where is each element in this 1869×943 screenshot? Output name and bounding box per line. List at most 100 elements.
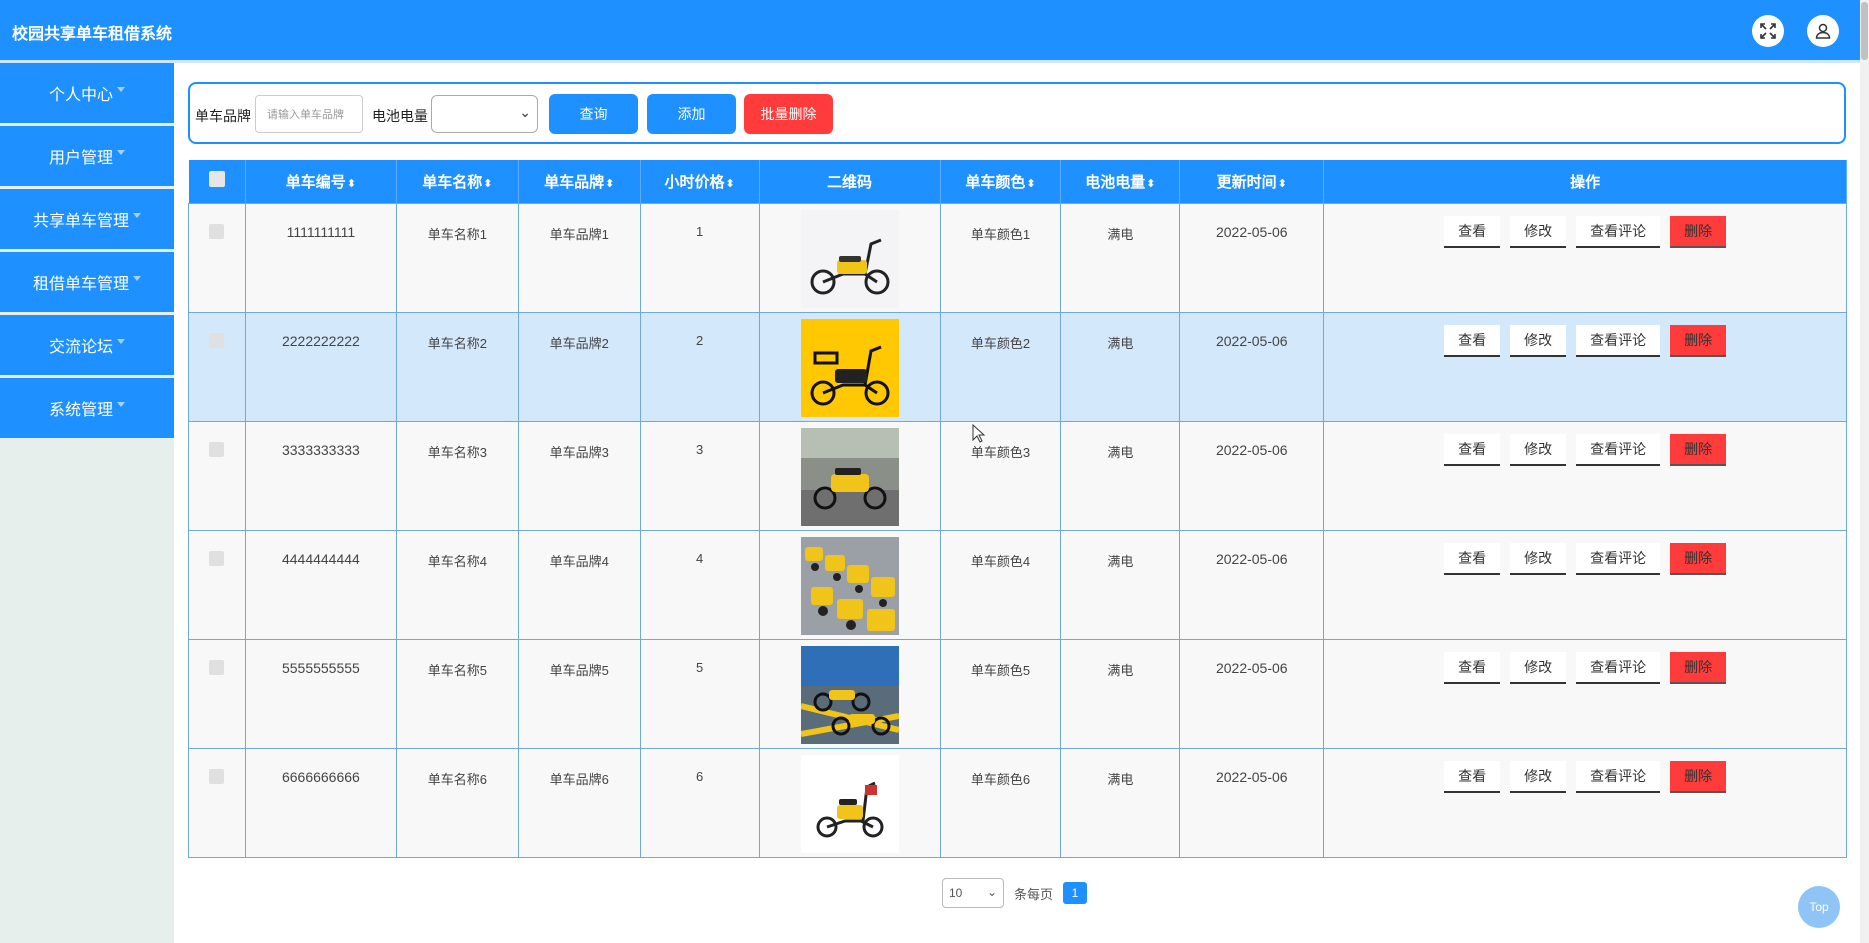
caret-down-icon — [133, 212, 141, 218]
cell-color: 单车颜色4 — [939, 529, 1062, 640]
row-checkbox[interactable] — [209, 441, 225, 457]
col-header-label: 电池电量 — [1085, 173, 1146, 191]
sidebar-item-forum[interactable]: 交流论坛 — [0, 315, 174, 375]
delete-button[interactable]: 删除 — [1670, 542, 1727, 575]
col-header-id[interactable]: 单车编号⬍ — [245, 160, 397, 203]
add-button[interactable]: 添加 — [647, 94, 736, 134]
edit-button[interactable]: 修改 — [1510, 542, 1567, 575]
edit-button[interactable]: 修改 — [1510, 433, 1567, 466]
select-all-header[interactable] — [188, 160, 246, 203]
page-size-select[interactable]: 10 ⌄ — [942, 878, 1004, 908]
bike-image[interactable] — [800, 209, 899, 308]
back-to-top-button[interactable]: Top — [1798, 886, 1840, 928]
per-page-label: 条每页 — [1014, 886, 1054, 902]
edit-button[interactable]: 修改 — [1510, 324, 1567, 357]
view-button[interactable]: 查看 — [1444, 651, 1501, 684]
cell-updated: 2022-05-06 — [1179, 529, 1325, 640]
view-comments-button[interactable]: 查看评论 — [1576, 433, 1661, 466]
sort-icon[interactable]: ⬍ — [1026, 178, 1035, 190]
sidebar-item-personal-center[interactable]: 个人中心 — [0, 63, 174, 123]
batch-delete-button[interactable]: 批量删除 — [744, 94, 833, 134]
delete-button[interactable]: 删除 — [1670, 760, 1727, 793]
cell-actions: 查看 修改 查看评论 删除 — [1323, 747, 1847, 858]
table-row: 2222222222 单车名称2 单车品牌2 2 单车颜色2 满电 2022-05-06 查… — [188, 311, 1847, 422]
row-checkbox[interactable] — [209, 550, 225, 566]
row-select-cell[interactable] — [188, 311, 246, 422]
cell-name-value: 单车名称3 — [427, 444, 487, 460]
view-button[interactable]: 查看 — [1444, 433, 1501, 466]
col-header-label: 小时价格 — [664, 173, 725, 191]
delete-button[interactable]: 删除 — [1670, 215, 1727, 248]
cell-brand-value: 单车品牌1 — [549, 226, 609, 242]
app-title: 校园共享单车租借系统 — [12, 26, 173, 43]
bike-image[interactable] — [800, 645, 899, 744]
sort-icon[interactable]: ⬍ — [1146, 178, 1155, 190]
view-comments-button[interactable]: 查看评论 — [1576, 324, 1661, 357]
bike-image[interactable] — [800, 318, 899, 417]
cell-price: 4 — [639, 529, 760, 640]
view-button[interactable]: 查看 — [1444, 542, 1501, 575]
cell-qrcode — [758, 747, 941, 858]
sidebar-item-user-management[interactable]: 用户管理 — [0, 126, 174, 186]
query-button[interactable]: 查询 — [549, 94, 638, 134]
bike-image[interactable] — [800, 536, 899, 635]
bike-image[interactable] — [800, 754, 899, 853]
col-header-battery[interactable]: 电池电量⬍ — [1060, 160, 1181, 203]
row-select-cell[interactable] — [188, 529, 246, 640]
expand-icon[interactable] — [1752, 15, 1784, 47]
battery-select[interactable]: ⌄ — [431, 95, 538, 133]
edit-button[interactable]: 修改 — [1510, 760, 1567, 793]
col-header-brand[interactable]: 单车品牌⬍ — [518, 160, 641, 203]
sort-icon[interactable]: ⬍ — [1278, 178, 1287, 190]
view-comments-button[interactable]: 查看评论 — [1576, 215, 1661, 248]
delete-button[interactable]: 删除 — [1670, 651, 1727, 684]
edit-button[interactable]: 修改 — [1510, 215, 1567, 248]
row-checkbox[interactable] — [209, 332, 225, 348]
view-button[interactable]: 查看 — [1444, 324, 1501, 357]
sort-icon[interactable]: ⬍ — [483, 178, 492, 190]
cell-price: 6 — [639, 747, 760, 858]
bike-table: 单车编号⬍ 单车名称⬍ 单车品牌⬍ 小时价格⬍ 二维码 单车颜色⬍ 电池电量⬍ … — [188, 160, 1847, 858]
page-size-value: 10 — [949, 886, 963, 900]
sidebar-item-label: 用户管理 — [48, 150, 113, 167]
row-checkbox[interactable] — [209, 768, 225, 784]
cell-price: 3 — [639, 420, 760, 531]
user-icon[interactable] — [1807, 15, 1839, 47]
row-select-cell[interactable] — [188, 420, 246, 531]
sidebar-item-bike-management[interactable]: 共享单车管理 — [0, 189, 174, 249]
view-comments-button[interactable]: 查看评论 — [1576, 542, 1661, 575]
select-all-checkbox[interactable] — [208, 171, 225, 188]
bike-image[interactable] — [800, 427, 899, 526]
page-scrollbar[interactable] — [1860, 0, 1869, 943]
delete-button[interactable]: 删除 — [1670, 324, 1727, 357]
col-header-color[interactable]: 单车颜色⬍ — [940, 160, 1062, 203]
col-header-price[interactable]: 小时价格⬍ — [640, 160, 760, 203]
cell-color-value: 单车颜色3 — [970, 444, 1031, 460]
edit-button[interactable]: 修改 — [1510, 651, 1567, 684]
delete-button[interactable]: 删除 — [1670, 433, 1727, 466]
row-select-cell[interactable] — [188, 638, 246, 749]
view-comments-button[interactable]: 查看评论 — [1576, 651, 1661, 684]
sidebar-item-system-management[interactable]: 系统管理 — [0, 378, 174, 438]
scrollbar-thumb[interactable] — [1861, 2, 1868, 60]
cell-name: 单车名称4 — [395, 529, 519, 640]
view-button[interactable]: 查看 — [1444, 215, 1501, 248]
view-comments-button[interactable]: 查看评论 — [1576, 760, 1661, 793]
row-select-cell[interactable] — [188, 747, 246, 858]
row-checkbox[interactable] — [209, 223, 225, 239]
col-header-name[interactable]: 单车名称⬍ — [396, 160, 519, 203]
sort-icon[interactable]: ⬍ — [347, 178, 356, 190]
cell-brand-value: 单车品牌3 — [549, 444, 609, 460]
sidebar-item-rental-management[interactable]: 租借单车管理 — [0, 252, 174, 312]
view-button[interactable]: 查看 — [1444, 760, 1501, 793]
row-select-cell[interactable] — [188, 202, 246, 313]
row-checkbox[interactable] — [209, 659, 225, 675]
cell-actions: 查看 修改 查看评论 删除 — [1323, 529, 1847, 640]
sort-icon[interactable]: ⬍ — [726, 178, 735, 190]
col-header-updated[interactable]: 更新时间⬍ — [1179, 160, 1325, 203]
page-button-1[interactable]: 1 — [1063, 882, 1088, 904]
table-header-row: 单车编号⬍ 单车名称⬍ 单车品牌⬍ 小时价格⬍ 二维码 单车颜色⬍ 电池电量⬍ … — [188, 160, 1847, 203]
brand-search-input[interactable]: 请输入单车品牌 — [255, 95, 363, 133]
sort-icon[interactable]: ⬍ — [605, 178, 614, 190]
pagination: 10 ⌄ 条每页 1 — [942, 878, 1088, 908]
